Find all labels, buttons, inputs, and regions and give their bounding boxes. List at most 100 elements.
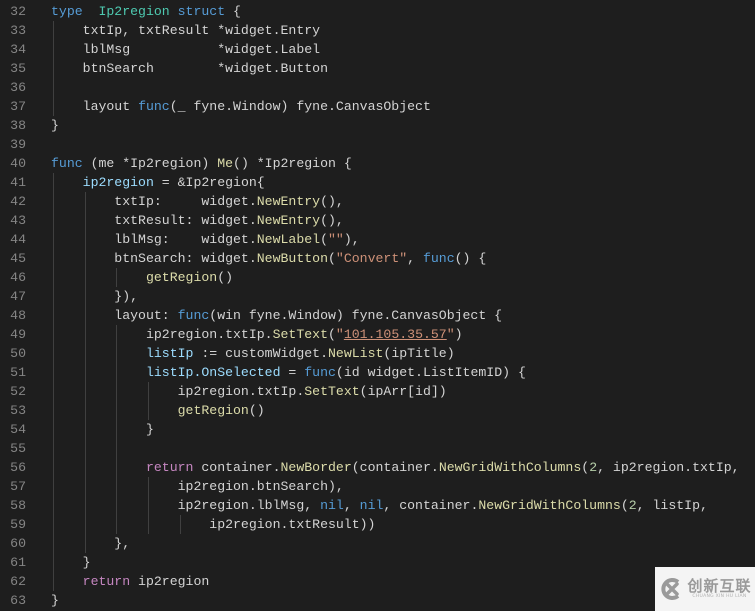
code-token: (), xyxy=(320,213,344,228)
line-number: 48 xyxy=(10,308,26,323)
code-line[interactable]: 34 lblMsg *widget.Label xyxy=(0,40,755,59)
code-line[interactable]: 60 }, xyxy=(0,534,755,553)
code-token: btnSearch: widget. xyxy=(51,251,257,266)
line-number: 35 xyxy=(10,61,26,76)
line-number: 56 xyxy=(10,460,26,475)
code-text: ip2region.lblMsg, nil, nil, container.Ne… xyxy=(51,496,708,515)
code-editor[interactable]: 32 type Ip2region struct {33 txtIp, txtRe… xyxy=(0,2,755,610)
code-line[interactable]: 54 } xyxy=(0,420,755,439)
code-token: { xyxy=(225,4,241,19)
code-token: SetText xyxy=(272,327,328,342)
code-token[interactable]: 101.105.35.57 xyxy=(344,327,447,342)
code-token: ip2region xyxy=(130,574,210,589)
code-text: type Ip2region struct { xyxy=(51,2,241,21)
line-number: 34 xyxy=(10,42,26,57)
code-text: txtResult: widget.NewEntry(), xyxy=(51,211,344,230)
code-token: nil xyxy=(359,498,384,513)
watermark: 创新互联 CHUANG XIN HU LIAN xyxy=(655,567,755,611)
code-text: ip2region.txtIp.SetText(ipArr[id]) xyxy=(51,382,447,401)
line-number: 52 xyxy=(10,384,26,399)
code-line[interactable]: 52 ip2region.txtIp.SetText(ipArr[id]) xyxy=(0,382,755,401)
line-number: 59 xyxy=(10,517,26,532)
code-line[interactable]: 63} xyxy=(0,591,755,610)
code-token: }), xyxy=(51,289,139,304)
chuangxin-logo-icon xyxy=(661,578,680,600)
code-line[interactable]: 49 ip2region.txtIp.SetText("101.105.35.5… xyxy=(0,325,755,344)
code-token: = xyxy=(280,365,305,380)
code-token: = &Ip2region{ xyxy=(153,175,265,190)
line-number: 32 xyxy=(10,4,26,19)
code-text: return ip2region xyxy=(51,572,210,591)
code-line[interactable]: 40 func (me *Ip2region) Me() *Ip2region { xyxy=(0,154,755,173)
code-token: func xyxy=(422,251,455,266)
indent-guide xyxy=(53,439,54,458)
code-line[interactable]: 32 type Ip2region struct { xyxy=(0,2,755,21)
code-token: NewButton xyxy=(256,251,328,266)
code-line[interactable]: 39 xyxy=(0,135,755,154)
code-token: ( xyxy=(620,498,629,513)
code-text: layout: func(win fyne.Window) fyne.Canva… xyxy=(51,306,502,325)
code-line[interactable]: 61 } xyxy=(0,553,755,572)
code-line[interactable]: 57 ip2region.btnSearch), xyxy=(0,477,755,496)
code-line[interactable]: 58 ip2region.lblMsg, nil, nil, container… xyxy=(0,496,755,515)
code-line[interactable]: 38} xyxy=(0,116,755,135)
code-token: , xyxy=(407,251,423,266)
code-line[interactable]: 41 ip2region = &Ip2region{ xyxy=(0,173,755,192)
code-token: (me *Ip2region) xyxy=(82,156,218,171)
code-text: ip2region.txtResult)) xyxy=(51,515,375,534)
code-line[interactable]: 59 ip2region.txtResult)) xyxy=(0,515,755,534)
code-line[interactable]: 53 getRegion() xyxy=(0,401,755,420)
watermark-subtitle: CHUANG XIN HU LIAN xyxy=(692,594,747,599)
code-token: NewEntry xyxy=(256,213,321,228)
code-token: getRegion xyxy=(177,403,249,418)
code-line[interactable]: 46 getRegion() xyxy=(0,268,755,287)
code-token: (ipTitle) xyxy=(383,346,455,361)
code-token: (id widget.ListItemID) { xyxy=(335,365,526,380)
code-line[interactable]: 33 txtIp, txtResult *widget.Entry xyxy=(0,21,755,40)
code-token: return xyxy=(145,460,194,475)
code-line[interactable]: 37 layout func(_ fyne.Window) fyne.Canva… xyxy=(0,97,755,116)
code-line[interactable]: 50 listIp := customWidget.NewList(ipTitl… xyxy=(0,344,755,363)
code-line[interactable]: 36 xyxy=(0,78,755,97)
code-line[interactable]: 51 listIp.OnSelected = func(id widget.Li… xyxy=(0,363,755,382)
line-number: 49 xyxy=(10,327,26,342)
code-line[interactable]: 56 return container.NewBorder(container.… xyxy=(0,458,755,477)
code-token: () xyxy=(248,403,265,418)
code-line[interactable]: 48 layout: func(win fyne.Window) fyne.Ca… xyxy=(0,306,755,325)
code-line[interactable]: 35 btnSearch *widget.Button xyxy=(0,59,755,78)
code-token: txtIp, txtResult *widget.Entry xyxy=(51,23,321,38)
code-line[interactable]: 47 }), xyxy=(0,287,755,306)
code-text: }, xyxy=(51,534,130,553)
code-token: ) xyxy=(454,327,463,342)
code-token: }, xyxy=(51,536,131,551)
code-token: , listIp, xyxy=(636,498,708,513)
code-token: (win fyne.Window) fyne.CanvasObject { xyxy=(209,308,503,323)
code-token: " xyxy=(335,327,344,342)
code-line[interactable]: 55 xyxy=(0,439,755,458)
line-number: 41 xyxy=(10,175,26,190)
code-line[interactable]: 45 btnSearch: widget.NewButton("Convert"… xyxy=(0,249,755,268)
code-token: 2 xyxy=(628,498,637,513)
code-token: txtResult: widget. xyxy=(51,213,257,228)
code-text: func (me *Ip2region) Me() *Ip2region { xyxy=(51,154,352,173)
code-text: return container.NewBorder(container.New… xyxy=(51,458,740,477)
code-token: ( xyxy=(581,460,590,475)
code-text: btnSearch: widget.NewButton("Convert", f… xyxy=(51,249,486,268)
code-line[interactable]: 44 lblMsg: widget.NewLabel(""), xyxy=(0,230,755,249)
indent-guide xyxy=(84,439,86,458)
code-token: () { xyxy=(454,251,487,266)
code-text: ip2region = &Ip2region{ xyxy=(51,173,265,192)
code-token: SetText xyxy=(304,384,360,399)
code-line[interactable]: 43 txtResult: widget.NewEntry(), xyxy=(0,211,755,230)
line-number: 44 xyxy=(10,232,26,247)
code-line[interactable]: 42 txtIp: widget.NewEntry(), xyxy=(0,192,755,211)
code-line[interactable]: 62 return ip2region xyxy=(0,572,755,591)
code-text: txtIp, txtResult *widget.Entry xyxy=(51,21,320,40)
code-text: }), xyxy=(51,287,138,306)
code-token: btnSearch *widget.Button xyxy=(51,61,328,76)
code-text: listIp := customWidget.NewList(ipTitle) xyxy=(51,344,455,363)
